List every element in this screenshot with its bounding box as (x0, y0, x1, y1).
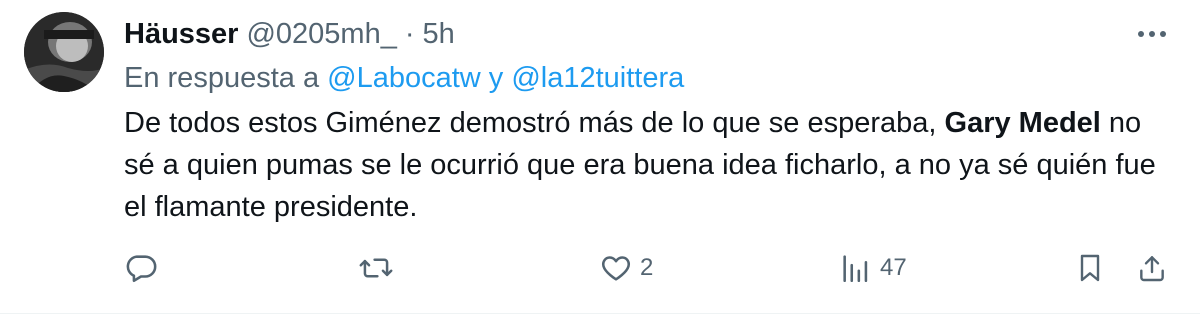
separator-dot: · (404, 17, 415, 50)
reply-joiner: y (488, 61, 504, 94)
retweet-icon (359, 258, 393, 278)
author-handle[interactable]: @0205mh_ (246, 18, 396, 51)
reply-mention-1[interactable]: @Labocatw (327, 62, 481, 95)
share-button[interactable] (1136, 246, 1168, 290)
reply-prefix: En respuesta a (124, 61, 320, 94)
author-name[interactable]: Häusser (124, 18, 238, 51)
tweet-header: Häusser @0205mh_ · 5h (124, 14, 455, 54)
tweet[interactable]: Häusser @0205mh_ · 5h En respuesta a @La… (0, 0, 1200, 314)
analytics-bars-icon (843, 255, 868, 283)
avatar[interactable] (24, 12, 104, 92)
tweet-text-bold: Gary Medel (944, 107, 1101, 139)
tweet-text: De todos estos Giménez demostró más de l… (124, 102, 1174, 228)
heart-icon (601, 256, 631, 281)
bookmark-button[interactable] (1074, 246, 1106, 290)
views-button[interactable]: 47 (838, 246, 907, 290)
like-count: 2 (640, 254, 654, 281)
like-button[interactable]: 2 (598, 246, 653, 290)
timestamp[interactable]: 5h (423, 18, 455, 51)
retweet-button[interactable] (358, 246, 394, 290)
more-horizontal-icon (1138, 31, 1166, 37)
tweet-text-part1: De todos estos Giménez demostró más de l… (124, 107, 937, 139)
action-bar: 2 47 (0, 246, 1200, 290)
avatar-image (24, 12, 104, 92)
views-count: 47 (880, 254, 907, 281)
reply-bubble-icon (126, 255, 157, 283)
more-options-button[interactable] (1134, 22, 1170, 46)
reply-button[interactable] (124, 246, 158, 290)
reply-mention-2[interactable]: @la12tuittera (511, 62, 684, 95)
reply-context: En respuesta a @Labocatw y @la12tuittera (124, 58, 684, 98)
bookmark-icon (1080, 254, 1100, 282)
share-upload-icon (1140, 256, 1164, 282)
